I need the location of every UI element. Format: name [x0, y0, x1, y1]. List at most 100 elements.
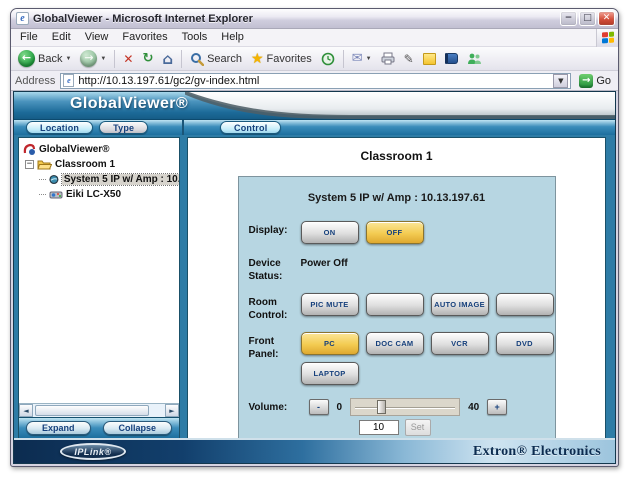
menu-edit[interactable]: Edit — [45, 29, 78, 46]
input-vcr-button[interactable]: VCR — [431, 332, 489, 355]
control-panel: Classroom 1 System 5 IP w/ Amp : 10.13.1… — [187, 137, 606, 438]
tree-item-system5-label: System 5 IP w/ Amp : 10.13.197. — [62, 174, 179, 185]
favorites-button[interactable]: ★ Favorites — [248, 51, 315, 67]
mail-button[interactable]: ✉ ▼ — [349, 51, 375, 66]
address-bar: Address e http://10.13.197.61/gc2/gv-ind… — [11, 71, 618, 91]
extron-brand: Extron® Electronics — [473, 444, 601, 460]
search-label: Search — [207, 53, 242, 65]
volume-slider-thumb[interactable] — [377, 400, 386, 414]
tree-folder-label: Classroom 1 — [55, 159, 115, 170]
menu-tools[interactable]: Tools — [175, 29, 215, 46]
display-label: Display: — [249, 221, 301, 238]
volume-label: Volume: — [249, 402, 301, 413]
room-control-row: Room Control: PIC MUTE AUTO IMAGE — [239, 288, 555, 327]
back-button[interactable]: ← Back ▼ — [15, 49, 74, 68]
volume-slider-groove — [355, 407, 455, 409]
tab-type[interactable]: Type — [99, 121, 148, 134]
toolbar-separator — [343, 50, 344, 68]
forward-icon: → — [80, 50, 97, 67]
input-doc-cam-button[interactable]: DOC CAM — [366, 332, 424, 355]
back-dropdown-icon: ▼ — [65, 56, 71, 62]
menu-view[interactable]: View — [78, 29, 116, 46]
projector-icon — [49, 189, 63, 200]
back-icon: ← — [18, 50, 35, 67]
address-dropdown-button[interactable]: ▼ — [553, 74, 568, 88]
auto-image-button[interactable]: AUTO IMAGE — [431, 293, 489, 316]
stop-button[interactable]: ✕ — [120, 52, 136, 66]
messenger-icon — [467, 52, 482, 65]
volume-up-button[interactable]: + — [487, 399, 507, 415]
scrollbar-thumb[interactable] — [35, 405, 149, 416]
minimize-button[interactable]: − — [560, 11, 577, 26]
refresh-button[interactable]: ↻ — [139, 51, 156, 66]
menu-help[interactable]: Help — [214, 29, 251, 46]
input-laptop-button[interactable]: LAPTOP — [301, 362, 359, 385]
history-button[interactable] — [318, 51, 338, 67]
volume-min-label: 0 — [337, 402, 343, 413]
device-title: System 5 IP w/ Amp : 10.13.197.61 — [239, 177, 555, 216]
input-dvd-button[interactable]: DVD — [496, 332, 554, 355]
tree-root[interactable]: GlobalViewer® — [23, 142, 179, 156]
volume-set-button[interactable]: Set — [405, 419, 431, 436]
scrollbar-track[interactable] — [33, 404, 165, 417]
address-input[interactable]: e http://10.13.197.61/gc2/gv-index.html … — [60, 73, 571, 89]
iplink-logo: IPLink® — [60, 443, 126, 460]
menu-file[interactable]: File — [13, 29, 45, 46]
favorites-label: Favorites — [267, 53, 312, 65]
go-button[interactable]: → Go — [576, 74, 614, 88]
volume-slider[interactable] — [350, 398, 460, 416]
room-title: Classroom 1 — [188, 149, 605, 163]
display-off-button[interactable]: OFF — [366, 221, 424, 244]
discuss-button[interactable] — [420, 52, 439, 66]
favorites-star-icon: ★ — [251, 52, 264, 66]
globalviewer-app: GlobalViewer® Location Type Control — [13, 91, 616, 464]
volume-value-input[interactable] — [359, 420, 399, 435]
mail-icon: ✉ — [352, 52, 363, 65]
device-control-card: System 5 IP w/ Amp : 10.13.197.61 Displa… — [238, 176, 556, 438]
messenger-button[interactable] — [464, 51, 485, 66]
toolbar-separator — [181, 50, 182, 68]
search-button[interactable]: Search — [187, 51, 245, 67]
pic-mute-button[interactable]: PIC MUTE — [301, 293, 359, 316]
volume-set-line: Set — [239, 419, 555, 436]
collapse-button[interactable]: Collapse — [103, 421, 173, 435]
display-on-button[interactable]: ON — [301, 221, 359, 244]
forward-button[interactable]: → ▼ — [77, 49, 109, 68]
title-bar: e GlobalViewer - Microsoft Internet Expl… — [11, 9, 618, 29]
banner-swoosh — [185, 92, 615, 119]
room-control-blank-button-1[interactable] — [366, 293, 424, 316]
input-pc-button[interactable]: PC — [301, 332, 359, 355]
page-favicon-icon: e — [63, 74, 74, 87]
volume-down-button[interactable]: - — [309, 399, 329, 415]
display-row: Display: ON OFF — [239, 216, 555, 249]
collapse-toggle-icon[interactable]: − — [25, 160, 34, 169]
folder-icon — [37, 159, 52, 170]
tree-folder-classroom1[interactable]: − Classroom 1 — [23, 157, 179, 171]
expand-button[interactable]: Expand — [26, 421, 91, 435]
tab-location[interactable]: Location — [26, 121, 93, 134]
edit-icon: ✎ — [404, 53, 414, 65]
tree-item-system5[interactable]: System 5 IP w/ Amp : 10.13.197. — [39, 172, 179, 186]
close-button[interactable]: ✕ — [598, 11, 615, 26]
window-title: GlobalViewer - Microsoft Internet Explor… — [33, 9, 556, 29]
tab-control[interactable]: Control — [220, 121, 281, 134]
maximize-button[interactable]: □ — [579, 11, 596, 26]
home-button[interactable]: ⌂ — [159, 51, 176, 67]
edit-button[interactable]: ✎ — [401, 52, 417, 66]
scroll-right-arrow[interactable]: ► — [165, 404, 179, 417]
book-icon — [445, 53, 458, 64]
print-button[interactable] — [378, 51, 398, 66]
front-panel-label: Front Panel: — [249, 332, 301, 361]
tree-item-eiki[interactable]: Eiki LC-X50 — [39, 187, 179, 201]
globalviewer-logo-icon — [23, 143, 36, 156]
tree-connector — [39, 194, 46, 195]
room-control-blank-button-2[interactable] — [496, 293, 554, 316]
device-status-value: Power Off — [301, 254, 348, 269]
menu-favorites[interactable]: Favorites — [115, 29, 174, 46]
tree-horizontal-scrollbar[interactable]: ◄ ► — [19, 403, 179, 417]
go-label: Go — [596, 75, 611, 87]
printer-icon — [381, 52, 395, 65]
research-button[interactable] — [442, 52, 461, 65]
scroll-left-arrow[interactable]: ◄ — [19, 404, 33, 417]
toolbar-separator — [114, 50, 115, 68]
